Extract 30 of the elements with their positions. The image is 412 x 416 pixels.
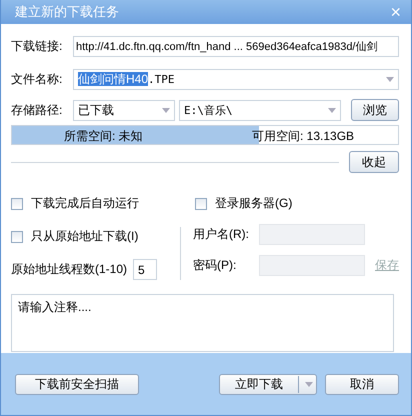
checkbox[interactable] xyxy=(195,198,207,210)
caret-icon[interactable] xyxy=(305,382,313,386)
thread-count-field[interactable]: 5 xyxy=(133,259,158,280)
comment-field[interactable]: 请输入注释.... xyxy=(11,294,394,352)
caret-icon[interactable] xyxy=(386,77,394,82)
field-label: 存储路径: xyxy=(11,102,64,118)
checkbox[interactable] xyxy=(11,198,23,210)
scan-button[interactable]: 下载前安全扫描 xyxy=(15,374,139,394)
category-dropdown[interactable]: 已下载 xyxy=(73,100,175,120)
cancel-button[interactable]: 取消 xyxy=(325,374,399,394)
available-space-text: 可用空间: 13.13GB xyxy=(252,128,354,145)
checkbox-label: 只从原始地址下载(I) xyxy=(31,228,138,245)
field-label: 原始地址线程数(1-10) xyxy=(11,261,128,278)
folder-dropdown[interactable]: E:\音乐\ xyxy=(179,100,341,120)
collapse-button[interactable]: 收起 xyxy=(349,151,399,173)
window-title: 建立新的下载任务 xyxy=(15,3,119,21)
field-label: 用户名(R): xyxy=(193,226,250,243)
checkbox-label: 下载完成后自动运行 xyxy=(31,195,139,212)
caret-icon[interactable] xyxy=(162,108,170,112)
field-label: 下载链接: xyxy=(11,38,64,55)
required-space-text: 所需空间: 未知 xyxy=(64,128,143,145)
url-field[interactable]: http://41.dc.ftn.qq.com/ftn_hand ... 569ed364eafca1983d/仙剑 xyxy=(73,36,399,57)
caret-icon[interactable] xyxy=(328,108,336,112)
checkbox[interactable] xyxy=(11,230,23,242)
field-label: 密码(P): xyxy=(193,257,238,274)
browse-button[interactable]: 浏览 xyxy=(351,99,399,121)
download-button[interactable]: 立即下载 xyxy=(219,374,317,394)
field-label: 文件名称: xyxy=(11,71,64,88)
filename-field[interactable]: 仙剑问情H40.TPE xyxy=(73,69,399,90)
checkbox-label: 登录服务器(G) xyxy=(215,195,292,212)
